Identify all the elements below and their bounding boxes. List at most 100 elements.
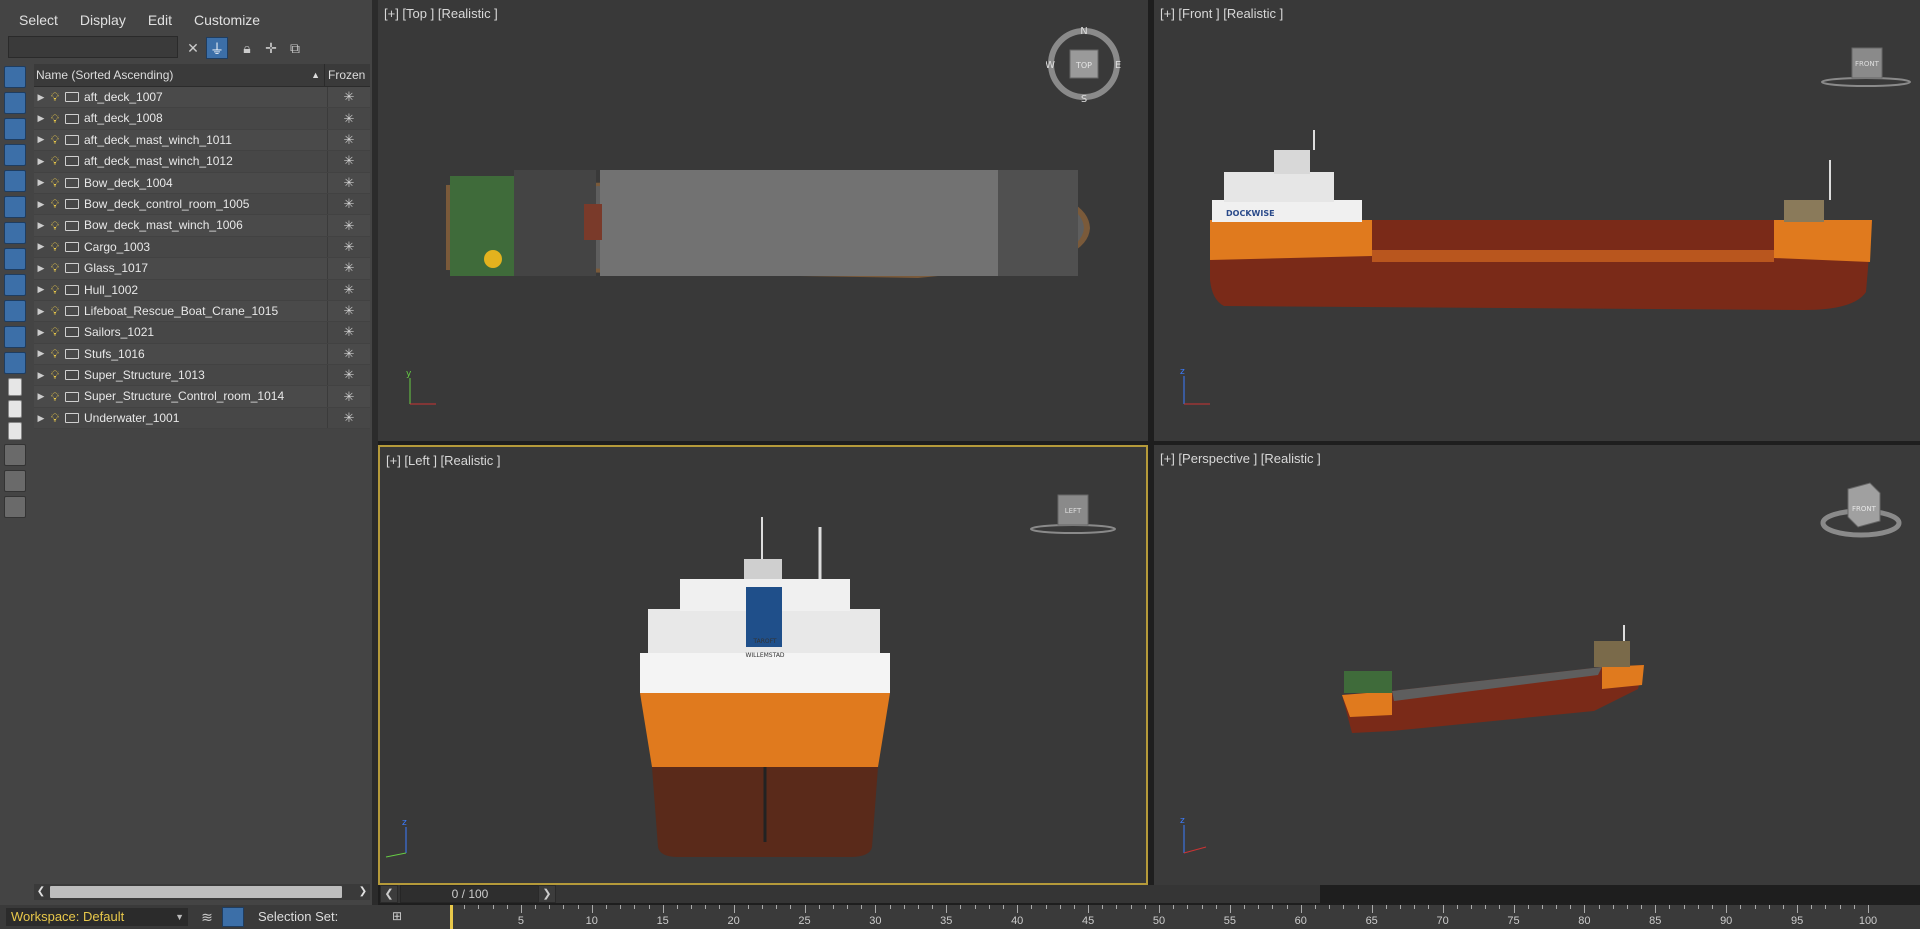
menu-customize[interactable]: Customize <box>183 8 271 32</box>
lightbulb-icon[interactable]: 💡︎ <box>48 325 62 339</box>
frozen-filter-icon[interactable] <box>4 326 26 348</box>
table-row[interactable]: ▶ 💡︎ aft_deck_1007 ✳ <box>34 87 370 109</box>
expand-arrow-icon[interactable]: ▶ <box>34 391 48 402</box>
left-viewport[interactable]: [+] [Left ] [Realistic ] TAROFT WILLEMST… <box>378 445 1148 885</box>
groups-filter-icon[interactable] <box>4 222 26 244</box>
object-name[interactable]: Super_Structure_1013 <box>84 365 328 386</box>
lightbulb-icon[interactable]: 💡︎ <box>48 283 62 297</box>
snowflake-icon[interactable]: ✳ <box>328 89 370 105</box>
frame-indicator[interactable]: 0 / 100 <box>400 885 540 903</box>
lock-icon[interactable]: 🔒︎ <box>236 37 258 59</box>
table-row[interactable]: ▶ 💡︎ Lifeboat_Rescue_Boat_Crane_1015 ✳ <box>34 300 370 323</box>
expand-arrow-icon[interactable]: ▶ <box>34 370 48 381</box>
table-row[interactable]: ▶ 💡︎ aft_deck_mast_winch_1012 ✳ <box>34 151 370 173</box>
lightbulb-icon[interactable]: 💡︎ <box>48 390 62 404</box>
track-bar[interactable]: ⊞ 5 10 15 20 25 30 35 40 45 50 55 60 65 70 75 80 85 90 95 1… <box>380 905 1920 929</box>
object-name[interactable]: Bow_deck_1004 <box>84 172 328 193</box>
expand-arrow-icon[interactable]: ▶ <box>34 220 48 231</box>
select-children-icon[interactable]: ✛ <box>260 37 282 59</box>
timeline-ruler[interactable]: 5 10 15 20 25 30 35 40 45 50 55 60 65 70 75 80 85 90 95 100 <box>442 905 1920 929</box>
object-name[interactable]: Bow_deck_control_room_1005 <box>84 193 328 215</box>
bones-filter-icon[interactable] <box>4 274 26 296</box>
time-prev-icon[interactable]: ❮ <box>380 885 398 903</box>
object-name[interactable]: aft_deck_1008 <box>84 108 328 129</box>
table-row[interactable]: ▶ 💡︎ Stufs_1016 ✳ <box>34 343 370 366</box>
snowflake-icon[interactable]: ✳ <box>328 260 370 276</box>
layers-icon[interactable]: ≋ <box>198 908 216 926</box>
perspective-viewcube[interactable]: FRONT <box>1818 475 1904 545</box>
left-viewcube[interactable]: LEFT <box>1028 491 1118 537</box>
table-row[interactable]: ▶ 💡︎ Cargo_1003 ✳ <box>34 236 370 259</box>
snowflake-icon[interactable]: ✳ <box>328 389 370 405</box>
lightbulb-icon[interactable]: 💡︎ <box>48 240 62 254</box>
lightbulb-icon[interactable]: 💡︎ <box>48 261 62 275</box>
table-row[interactable]: ▶ 💡︎ Bow_deck_1004 ✳ <box>34 172 370 194</box>
lightbulb-icon[interactable]: 💡︎ <box>48 368 62 382</box>
table-row[interactable]: ▶ 💡︎ Super_Structure_1013 ✳ <box>34 365 370 387</box>
lights-filter-icon[interactable] <box>4 118 26 140</box>
lightbulb-icon[interactable]: 💡︎ <box>48 154 62 168</box>
workspace-dropdown[interactable]: Workspace: Default ▼ <box>6 908 188 926</box>
lightbulb-icon[interactable]: 💡︎ <box>48 347 62 361</box>
lightbulb-icon[interactable]: 💡︎ <box>48 411 62 425</box>
geometry-filter-icon[interactable] <box>4 66 26 88</box>
expand-arrow-icon[interactable]: ▶ <box>34 413 48 424</box>
table-row[interactable]: ▶ 💡︎ Glass_1017 ✳ <box>34 258 370 280</box>
lightbulb-icon[interactable]: 💡︎ <box>48 90 62 104</box>
object-name[interactable]: Stufs_1016 <box>84 343 328 365</box>
expand-arrow-icon[interactable]: ▶ <box>34 199 48 210</box>
snowflake-icon[interactable]: ✳ <box>328 367 370 383</box>
lightbulb-icon[interactable]: 💡︎ <box>48 176 62 190</box>
object-name[interactable]: Sailors_1021 <box>84 322 328 343</box>
snowflake-icon[interactable]: ✳ <box>328 196 370 212</box>
cameras-filter-icon[interactable] <box>4 144 26 166</box>
containers-filter-icon[interactable] <box>4 300 26 322</box>
funnel-icon[interactable] <box>4 444 26 466</box>
expand-arrow-icon[interactable]: ▶ <box>34 177 48 188</box>
snowflake-icon[interactable]: ✳ <box>328 303 370 319</box>
search-input[interactable] <box>8 36 178 58</box>
horizontal-scrollbar[interactable]: ❮ ❯ <box>34 884 370 900</box>
table-row[interactable]: ▶ 💡︎ Super_Structure_Control_room_1014 ✳ <box>34 386 370 408</box>
expand-arrow-icon[interactable]: ▶ <box>34 156 48 167</box>
curve-editor-icon[interactable]: ⊞ <box>392 909 416 925</box>
object-name[interactable]: aft_deck_mast_winch_1012 <box>84 151 328 172</box>
expand-arrow-icon[interactable]: ▶ <box>34 284 48 295</box>
expand-arrow-icon[interactable]: ▶ <box>34 241 48 252</box>
expand-arrow-icon[interactable]: ▶ <box>34 306 48 317</box>
top-viewport[interactable]: [+] [Top ] [Realistic ] y TOP N S E W <box>378 0 1148 441</box>
expand-arrow-icon[interactable]: ▶ <box>34 92 48 103</box>
expand-arrow-icon[interactable]: ▶ <box>34 113 48 124</box>
snowflake-icon[interactable]: ✳ <box>328 282 370 298</box>
table-row[interactable]: ▶ 💡︎ aft_deck_1008 ✳ <box>34 108 370 130</box>
menu-select[interactable]: Select <box>8 8 69 32</box>
select-dependents-icon[interactable]: ⧉ <box>284 37 306 59</box>
helpers-filter-icon[interactable] <box>4 170 26 192</box>
display-none-icon[interactable] <box>8 400 22 418</box>
display-all-icon[interactable] <box>8 378 22 396</box>
lightbulb-icon[interactable]: 💡︎ <box>48 219 62 233</box>
lightbulb-icon[interactable]: 💡︎ <box>48 112 62 126</box>
object-name[interactable]: Glass_1017 <box>84 258 328 279</box>
object-name[interactable]: aft_deck_1007 <box>84 87 328 108</box>
menu-edit[interactable]: Edit <box>137 8 183 32</box>
snowflake-icon[interactable]: ✳ <box>328 132 370 148</box>
object-name[interactable]: Super_Structure_Control_room_1014 <box>84 386 328 407</box>
object-name[interactable]: Lifeboat_Rescue_Boat_Crane_1015 <box>84 300 328 322</box>
scrollbar-thumb[interactable] <box>50 886 342 898</box>
lightbulb-icon[interactable]: 💡︎ <box>48 133 62 147</box>
snowflake-icon[interactable]: ✳ <box>328 239 370 255</box>
frozen-column-header[interactable]: Frozen <box>325 64 370 86</box>
front-viewcube[interactable]: FRONT <box>1818 44 1914 90</box>
table-row[interactable]: ▶ 💡︎ aft_deck_mast_winch_1011 ✳ <box>34 129 370 152</box>
snowflake-icon[interactable]: ✳ <box>328 346 370 362</box>
snowflake-icon[interactable]: ✳ <box>328 175 370 191</box>
object-name[interactable]: Bow_deck_mast_winch_1006 <box>84 215 328 236</box>
object-name[interactable]: Underwater_1001 <box>84 407 328 429</box>
snowflake-icon[interactable]: ✳ <box>328 111 370 127</box>
table-row[interactable]: ▶ 💡︎ Bow_deck_control_room_1005 ✳ <box>34 193 370 216</box>
top-viewcube[interactable]: TOP N S E W <box>1045 26 1122 105</box>
object-name[interactable]: Cargo_1003 <box>84 236 328 258</box>
expand-arrow-icon[interactable]: ▶ <box>34 134 48 145</box>
expand-arrow-icon[interactable]: ▶ <box>34 327 48 338</box>
